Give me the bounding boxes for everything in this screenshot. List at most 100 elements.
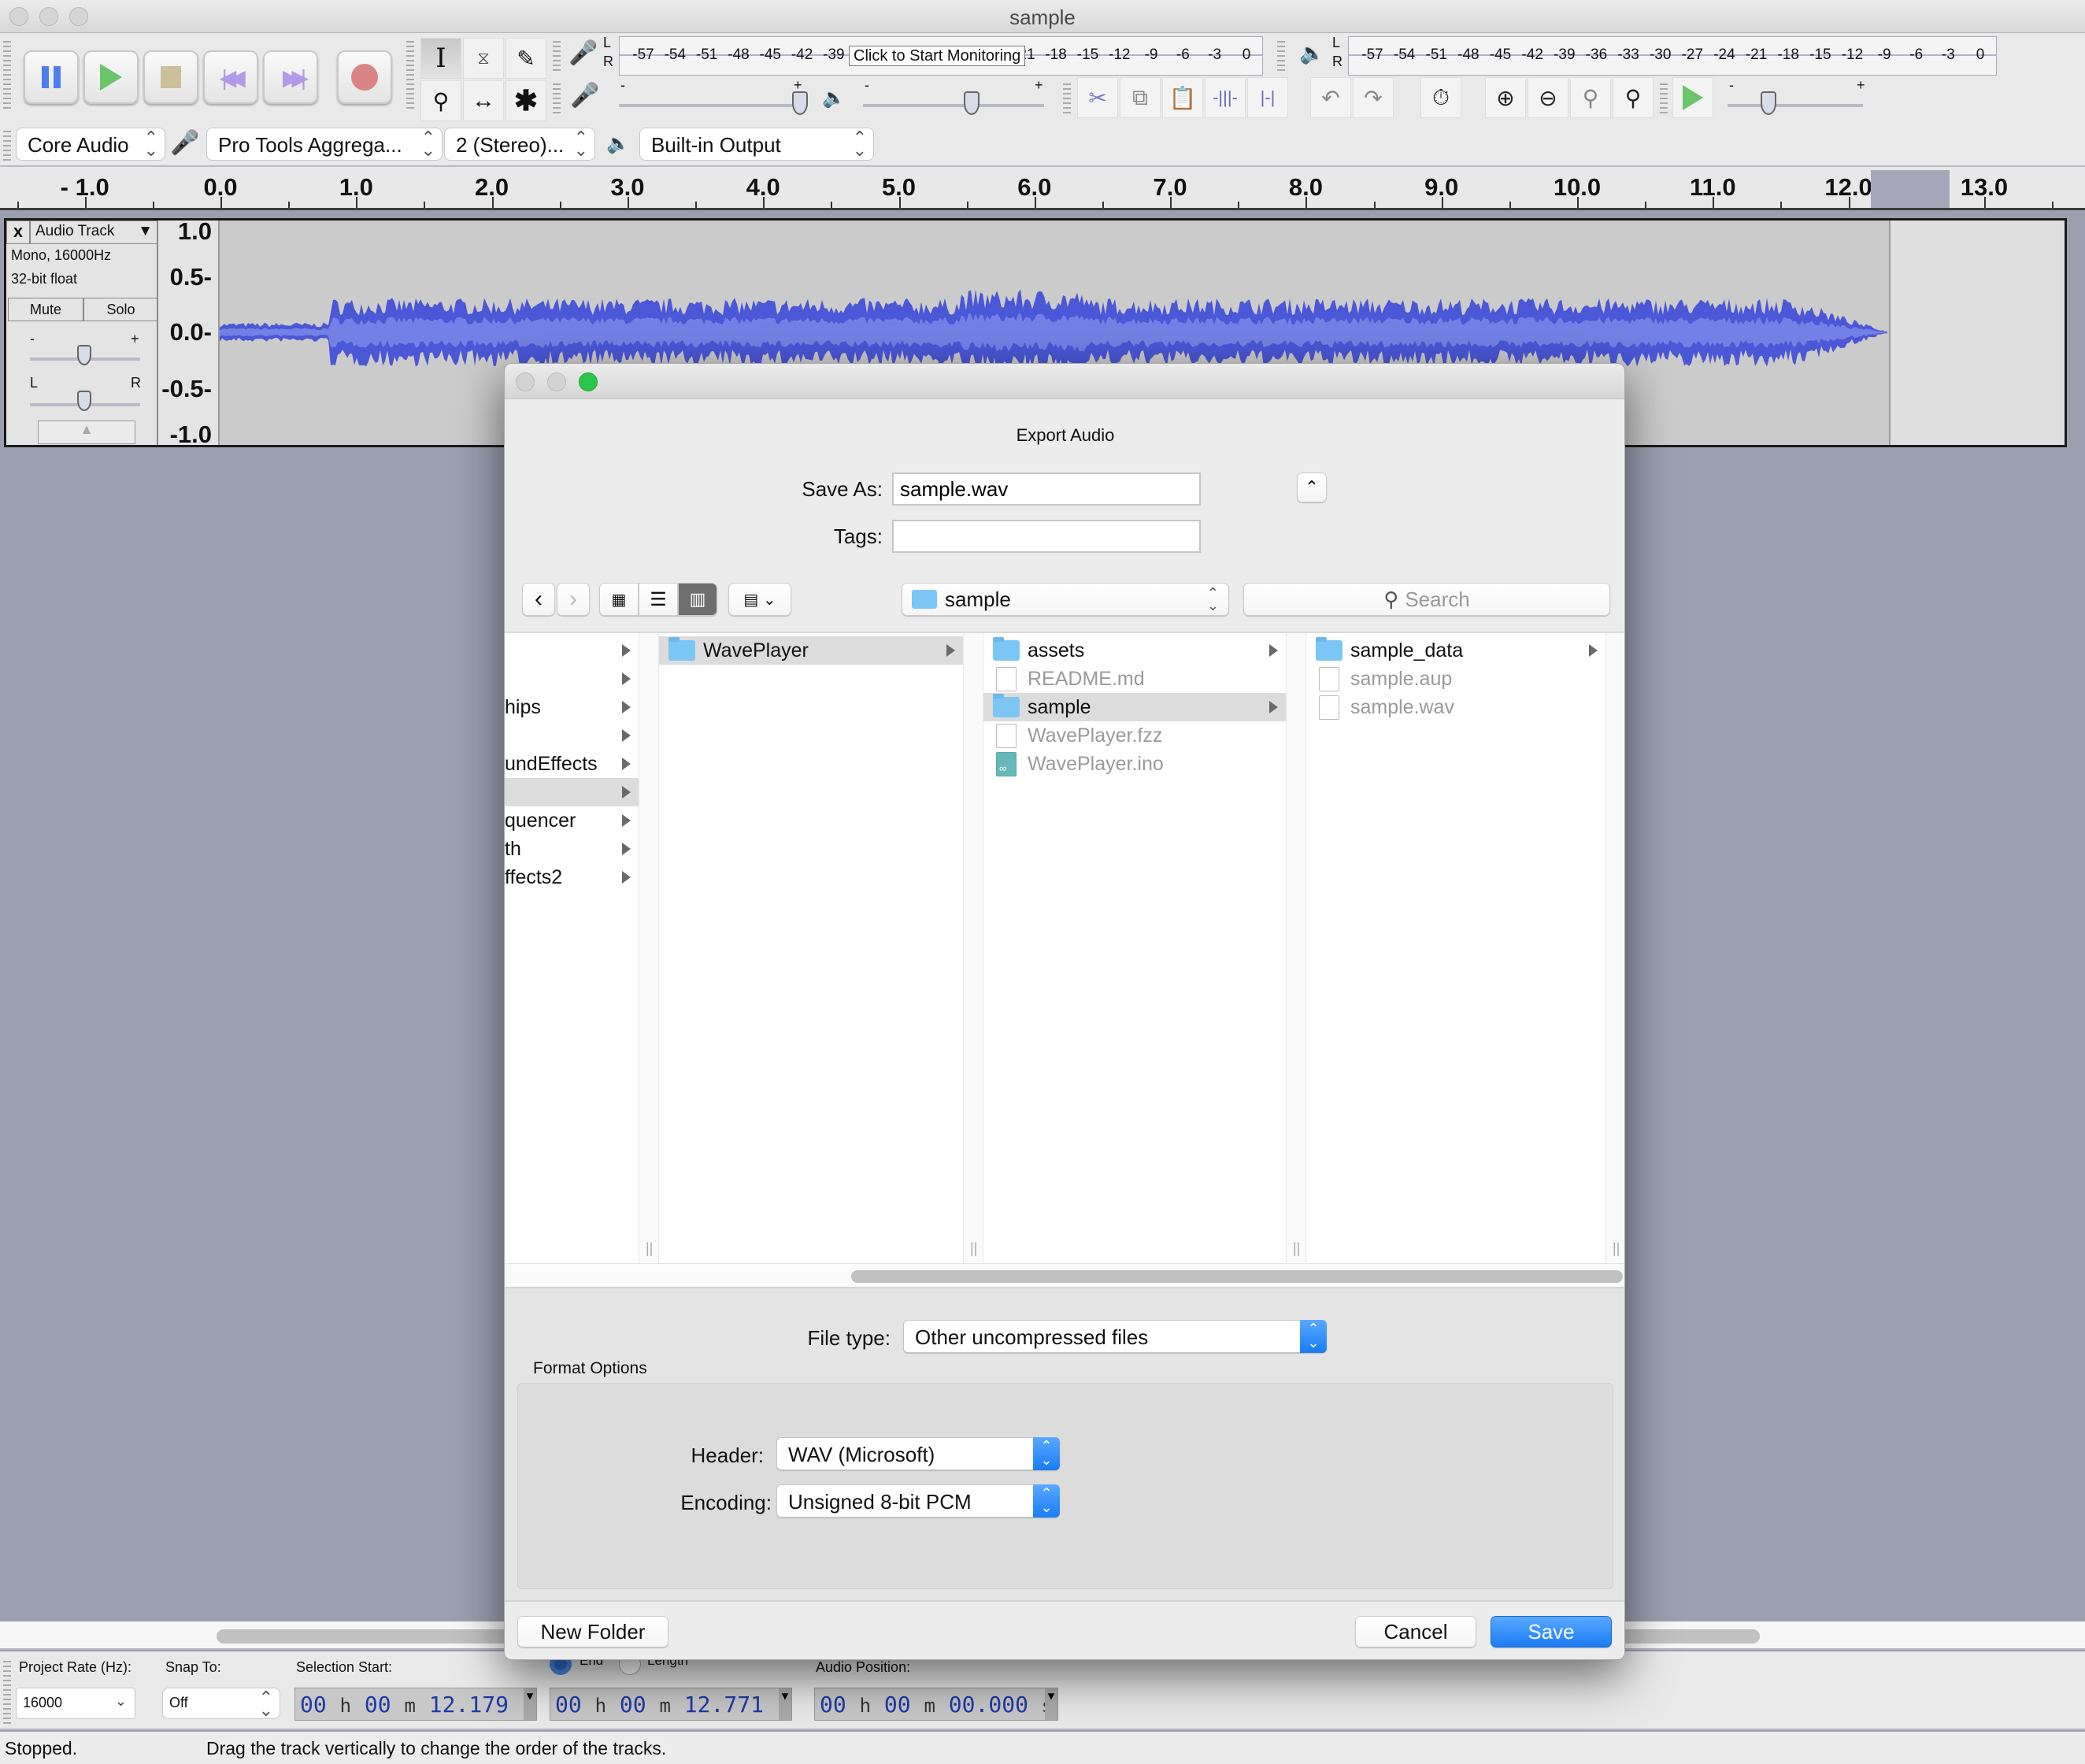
audio-host-select[interactable]: Core Audio ⌃ ⌄ xyxy=(16,128,165,161)
time-format-dropdown-icon[interactable]: ▼ xyxy=(524,1688,536,1720)
selection-start-time[interactable]: 00 h 00 m 12.179 s▼ xyxy=(294,1688,537,1721)
tags-input[interactable] xyxy=(892,520,1201,553)
draw-tool-button[interactable]: ✎ xyxy=(506,38,546,79)
encoding-popup[interactable]: Unsigned 8-bit PCM ⌃ ⌄ xyxy=(776,1484,1060,1518)
browser-item[interactable]: quencer xyxy=(505,806,639,835)
list-view-button[interactable]: ☰ xyxy=(639,583,678,616)
arrange-button[interactable]: ▤ ⌄ xyxy=(728,583,791,616)
transport-toolbar-grip[interactable] xyxy=(3,38,11,112)
record-button[interactable] xyxy=(337,50,392,104)
track-empty-area[interactable] xyxy=(1889,220,2065,445)
project-rate-combobox[interactable]: 16000 ⌄ xyxy=(16,1688,135,1719)
record-meter-grip[interactable] xyxy=(553,38,561,72)
icon-view-button[interactable]: ▦ xyxy=(599,583,639,616)
playback-meter[interactable]: -57 -54 -51 -48 -45 -42 -39 -36 -33 -30 -27 -24 -21-… xyxy=(1348,36,1997,76)
fit-project-button[interactable]: ⚲ xyxy=(1613,77,1654,118)
undo-button[interactable]: ↶ xyxy=(1310,77,1351,118)
recording-device-select[interactable]: Pro Tools Aggrega... ⌃ ⌄ xyxy=(206,128,443,161)
cancel-button[interactable]: Cancel xyxy=(1355,1616,1476,1647)
header-popup[interactable]: WAV (Microsoft) ⌃ ⌄ xyxy=(776,1437,1060,1470)
column-resize-handle[interactable]: || xyxy=(1286,633,1306,1263)
zoom-in-button[interactable]: ⊕ xyxy=(1485,77,1526,118)
selection-toolbar-grip[interactable] xyxy=(3,1658,11,1724)
time-format-dropdown-icon[interactable]: ▼ xyxy=(779,1688,791,1720)
multi-tool-button[interactable]: ✱ xyxy=(506,80,546,121)
browser-item[interactable] xyxy=(505,636,639,665)
audio-position-time[interactable]: 00 h 00 m 00.000 s▼ xyxy=(814,1688,1058,1721)
browser-item[interactable]: assets xyxy=(983,636,1286,665)
tools-toolbar-grip[interactable] xyxy=(406,38,414,112)
skip-to-start-button[interactable]: |◀◀ xyxy=(203,50,258,104)
column-resize-handle[interactable]: || xyxy=(1605,633,1624,1263)
play-speed-slider[interactable] xyxy=(1728,104,1863,107)
browser-item[interactable] xyxy=(505,778,639,806)
search-field[interactable]: ⚲ Search xyxy=(1243,583,1610,616)
browser-horizontal-scrollbar[interactable] xyxy=(505,1263,1624,1288)
save-button[interactable]: Save xyxy=(1491,1616,1612,1647)
cut-button[interactable]: ✂ xyxy=(1077,77,1118,118)
browser-item[interactable]: sample xyxy=(983,693,1286,721)
playback-volume-slider[interactable] xyxy=(863,104,1044,107)
browser-item[interactable]: sample_data xyxy=(1306,636,1605,665)
pan-slider-thumb[interactable] xyxy=(77,391,91,411)
browser-item[interactable]: ffects2 xyxy=(505,863,639,891)
collapse-track-button[interactable]: ▲ xyxy=(38,421,135,444)
device-toolbar-grip[interactable] xyxy=(3,128,11,162)
playback-device-select[interactable]: Built-in Output ⌃ ⌄ xyxy=(639,128,874,161)
track-name-menu[interactable]: Audio Track ▼ xyxy=(30,220,158,244)
snap-to-select[interactable]: Off ⌃ ⌄ xyxy=(162,1688,280,1719)
browser-item[interactable]: ∞ WavePlayer.ino xyxy=(983,750,1286,778)
file-type-popup[interactable]: Other uncompressed files ⌃ ⌄ xyxy=(903,1320,1327,1353)
pause-button[interactable] xyxy=(24,50,79,104)
trim-button[interactable]: -|||- xyxy=(1205,77,1246,118)
dialog-zoom-button[interactable] xyxy=(579,372,598,391)
silence-button[interactable]: |-| xyxy=(1247,77,1288,118)
solo-button[interactable]: Solo xyxy=(83,298,158,321)
new-folder-button[interactable]: New Folder xyxy=(517,1616,668,1647)
browser-item[interactable]: WavePlayer.fzz xyxy=(983,721,1286,750)
monitor-tooltip[interactable]: Click to Start Monitoring xyxy=(849,46,1026,66)
copy-button[interactable]: ⧉ xyxy=(1120,77,1161,118)
time-format-dropdown-icon[interactable]: ▼ xyxy=(1045,1688,1057,1720)
browser-item[interactable]: sample.aup xyxy=(1306,665,1605,693)
column-view-button[interactable]: ▥ xyxy=(678,583,717,616)
column-resize-handle[interactable]: || xyxy=(963,633,983,1263)
zoom-out-button[interactable]: ⊖ xyxy=(1528,77,1568,118)
recording-channels-select[interactable]: 2 (Stereo)... ⌃ ⌄ xyxy=(444,128,595,161)
mute-button[interactable]: Mute xyxy=(8,298,83,321)
browser-item[interactable]: hips xyxy=(505,693,639,721)
browser-item[interactable]: WavePlayer xyxy=(659,636,963,665)
selection-tool-button[interactable]: I xyxy=(420,38,461,79)
sync-lock-button[interactable]: ⏱ xyxy=(1420,77,1461,118)
forward-button[interactable]: › xyxy=(557,583,590,616)
edit-toolbar-grip[interactable] xyxy=(1063,80,1071,115)
timeline-ruler[interactable]: - 1.0 0.0 1.0 2.0 3.0 4.0 5.0 6.0 7.0 8.0 9.0 10.0 1… xyxy=(0,167,2085,210)
envelope-tool-button[interactable]: ⧖ xyxy=(463,38,504,79)
stop-button[interactable] xyxy=(143,50,198,104)
dialog-minimize-button[interactable] xyxy=(547,372,566,391)
selection-end-time[interactable]: 00 h 00 m 12.771 s▼ xyxy=(550,1688,792,1721)
ruler-selection-region[interactable] xyxy=(1871,170,1950,208)
dialog-close-button[interactable] xyxy=(516,372,535,391)
play-at-speed-grip[interactable] xyxy=(1660,80,1668,115)
play-at-speed-button[interactable] xyxy=(1672,77,1713,118)
time-shift-tool-button[interactable]: ↔ xyxy=(463,80,504,121)
browser-item[interactable]: th xyxy=(505,835,639,863)
browser-item[interactable] xyxy=(505,721,639,750)
column-resize-handle[interactable]: || xyxy=(639,633,659,1263)
skip-to-end-button[interactable]: ▶▶| xyxy=(263,50,318,104)
playback-meter-grip[interactable] xyxy=(1277,38,1285,72)
back-button[interactable]: ‹ xyxy=(522,583,555,616)
gain-slider-thumb[interactable] xyxy=(77,345,91,365)
play-speed-thumb[interactable] xyxy=(1760,91,1776,115)
paste-button[interactable]: 📋 xyxy=(1162,77,1203,118)
save-as-input[interactable] xyxy=(892,472,1201,506)
recording-volume-slider[interactable] xyxy=(619,104,808,107)
browser-scroll-thumb[interactable] xyxy=(851,1270,1623,1283)
browser-item[interactable]: undEffects xyxy=(505,750,639,778)
track-close-button[interactable]: x xyxy=(6,220,30,244)
fit-selection-button[interactable]: ⚲ xyxy=(1570,77,1611,118)
play-button[interactable] xyxy=(83,50,139,104)
collapse-browser-button[interactable]: ⌃ xyxy=(1297,472,1327,502)
browser-item[interactable] xyxy=(505,665,639,693)
